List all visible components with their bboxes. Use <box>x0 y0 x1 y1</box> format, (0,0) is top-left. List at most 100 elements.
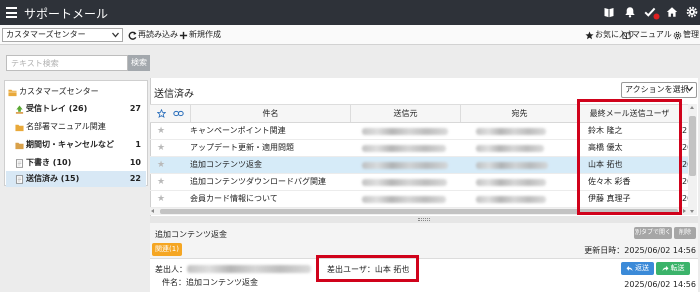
star-icon[interactable]: ★ <box>154 174 168 190</box>
detail-date: 2025/06/02 14:56 <box>624 280 696 289</box>
folder-tree: カスタマーズセンター 受信トレイ (26) 27 名部署マニュアル関連 期間切・… <box>4 80 148 187</box>
redacted-to <box>476 179 546 186</box>
link-icon <box>172 110 184 117</box>
row-subject: アップデート更新・適用問題 <box>190 143 294 152</box>
from-column-header[interactable]: 送信元 <box>350 105 460 122</box>
link-column-header[interactable] <box>168 105 188 122</box>
sidebar-item-label: 送信済み (15) <box>26 174 80 183</box>
scroll-up-arrow[interactable] <box>690 106 694 109</box>
star-icon[interactable]: ★ <box>154 157 168 173</box>
sidebar-item-count: 10 <box>129 158 141 167</box>
reply-icon <box>626 265 633 272</box>
sender-label: 差出人： <box>155 265 187 274</box>
inbox-icon <box>15 105 24 114</box>
mailbox-select[interactable]: カスタマーズセンター <box>2 28 123 42</box>
detail-title: 追加コンテンツ返金 <box>155 230 227 239</box>
redacted-from <box>362 145 446 152</box>
menu-icon[interactable] <box>6 7 17 18</box>
action-select[interactable]: アクションを選択 <box>621 82 697 98</box>
highlight-box-last-user-column <box>577 99 682 215</box>
star-column-header[interactable] <box>154 105 168 122</box>
search-input[interactable] <box>6 55 128 71</box>
sidebar-item-expired-cancel[interactable]: 期間切・キャンセルなど 1 <box>6 137 146 153</box>
star-outline-icon <box>156 108 166 118</box>
redacted-from <box>362 162 448 169</box>
scroll-left-arrow[interactable] <box>151 209 154 213</box>
row-to <box>460 157 578 173</box>
forward-button[interactable]: 転送 <box>656 262 690 275</box>
action-select-value: アクションを選択 <box>625 85 689 94</box>
home-icon[interactable] <box>666 6 678 18</box>
redacted-to <box>476 196 546 203</box>
chevron-down-icon <box>112 32 119 38</box>
updated-datetime: 更新日時：2025/06/02 14:56 <box>584 246 696 255</box>
row-to <box>460 174 578 190</box>
sidebar-item-sent[interactable]: 送信済み (15) 22 <box>6 171 146 187</box>
star-icon[interactable]: ★ <box>154 123 168 139</box>
related-badge[interactable]: 関連(1) <box>152 243 182 256</box>
sidebar-item-label: 受信トレイ (26) <box>26 104 88 113</box>
mailbox-select-value: カスタマーズセンター <box>6 30 86 39</box>
manual-book-icon <box>622 31 631 39</box>
row-subject: 追加コンテンツダウンロードバグ関連 <box>190 177 326 186</box>
star-icon[interactable]: ★ <box>154 140 168 156</box>
sidebar-item-drafts[interactable]: 下書き (10) 10 <box>6 155 146 171</box>
row-to <box>460 140 578 156</box>
sidebar-item-label: 下書き (10) <box>26 158 72 167</box>
delete-button[interactable]: 削除 <box>674 227 696 239</box>
plus-icon <box>179 31 188 39</box>
admin-button[interactable]: 管理 <box>673 29 699 41</box>
sidebar-item-label: 名部署マニュアル関連 <box>26 122 106 131</box>
row-subject: 会員カード情報について <box>190 194 278 203</box>
gear-icon[interactable] <box>686 6 698 18</box>
star-icon[interactable]: ★ <box>154 191 168 207</box>
redacted-to <box>476 162 548 169</box>
vertical-scroll-thumb[interactable] <box>689 116 696 176</box>
redacted-to <box>476 128 546 135</box>
refresh-icon <box>128 31 137 40</box>
reply-label: 返送 <box>635 264 649 272</box>
row-from <box>350 174 460 190</box>
splitter-grip[interactable] <box>418 218 430 221</box>
forward-label: 転送 <box>670 264 685 272</box>
new-message-label: 新規作成 <box>189 30 221 39</box>
book-icon[interactable] <box>603 6 615 18</box>
bell-icon[interactable] <box>624 6 636 18</box>
subject-column-header[interactable]: 件名 <box>190 105 350 122</box>
document-icon <box>15 175 24 184</box>
sidebar-item-inbox[interactable]: 受信トレイ (26) 27 <box>6 101 146 117</box>
admin-label: 管理 <box>683 30 699 39</box>
search-button[interactable]: 検索 <box>128 55 150 71</box>
tree-root-customers-center[interactable]: カスタマーズセンター <box>6 84 146 100</box>
row-subject: 追加コンテンツ返金 <box>190 160 262 169</box>
redacted-sender <box>187 265 311 273</box>
redacted-from <box>362 196 446 203</box>
sidebar-item-count: 1 <box>135 140 141 149</box>
scroll-right-arrow[interactable] <box>683 209 686 213</box>
sender-user: 差出ユーザ：山本 拓也 <box>327 265 410 274</box>
reply-button[interactable]: 返送 <box>621 262 654 275</box>
new-message-button[interactable]: 新規作成 <box>179 29 221 41</box>
reload-label: 再読み込み <box>138 30 178 39</box>
notification-dot <box>653 13 660 20</box>
folder-icon <box>15 124 24 132</box>
scroll-down-arrow[interactable] <box>690 210 694 213</box>
chevron-down-icon <box>686 86 693 92</box>
forward-icon <box>661 265 668 272</box>
list-title: 送信済み <box>154 89 194 100</box>
open-in-new-tab-button[interactable]: 別タブで開く <box>634 227 672 239</box>
admin-gear-icon <box>673 31 682 39</box>
to-column-header[interactable]: 宛先 <box>460 105 578 122</box>
manual-button[interactable]: マニュアル <box>622 29 672 41</box>
manual-label: マニュアル <box>632 30 672 39</box>
sidebar-item-department-manuals[interactable]: 名部署マニュアル関連 <box>6 119 146 135</box>
row-from <box>350 157 460 173</box>
row-from <box>350 123 460 139</box>
redacted-from <box>362 179 447 186</box>
sidebar-item-count: 27 <box>129 104 141 113</box>
star-icon <box>585 31 594 39</box>
tree-root-label: カスタマーズセンター <box>19 87 99 96</box>
redacted-to <box>476 145 544 152</box>
row-from <box>350 191 460 207</box>
reload-button[interactable]: 再読み込み <box>128 29 178 41</box>
